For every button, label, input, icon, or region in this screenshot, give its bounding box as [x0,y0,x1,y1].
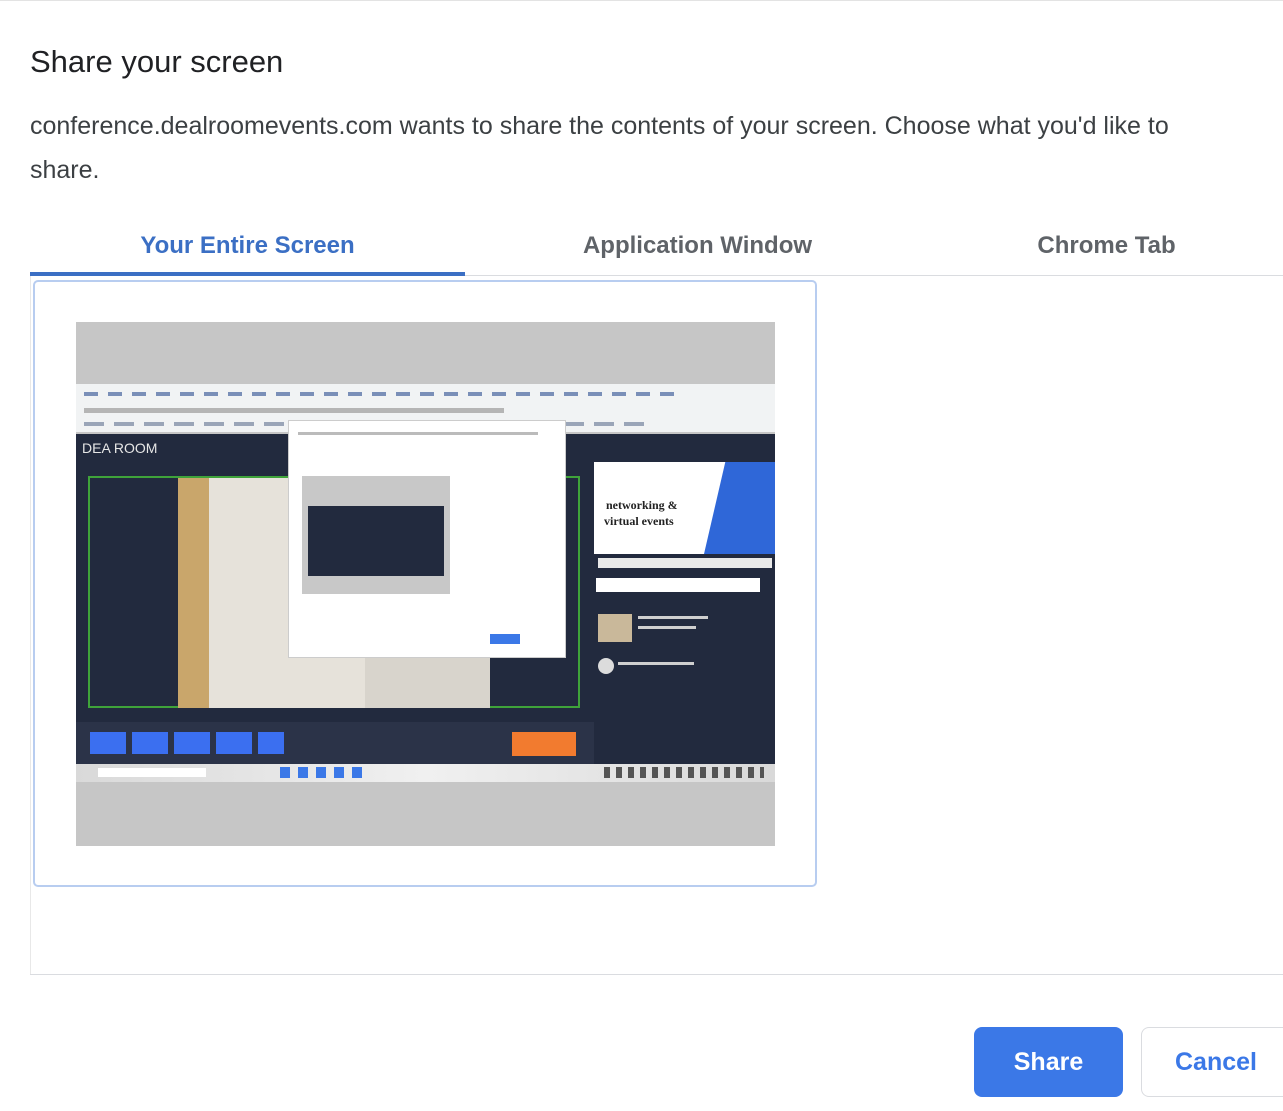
screen-thumbnail: DEA ROOM networking & virtual events [76,322,775,846]
thumb-nested-preview-app [308,506,444,576]
tab-entire-screen[interactable]: Your Entire Screen [30,218,465,274]
thumb-logo: DEA ROOM [82,440,158,456]
thumb-address-bar [84,408,504,413]
share-button[interactable]: Share [974,1027,1123,1097]
thumb-control-buttons [90,732,284,754]
thumb-promo-line2: virtual events [604,514,674,528]
thumb-taskbar-search [98,768,206,777]
thumb-taskbar-icons [280,767,366,778]
thumb-search [596,578,760,592]
footer-divider [30,974,1283,975]
thumb-leave-button [512,732,576,756]
thumb-attendee-tabs [598,558,772,568]
thumb-attendee-avatar [598,614,632,642]
thumb-promo-line1: networking & [606,498,678,512]
tab-application-window[interactable]: Application Window [465,218,930,274]
thumb-attendee-name [638,616,708,619]
thumb-nested-title [298,432,538,435]
thumb-tray-icons [604,767,764,778]
thumb-tabs-strip [84,392,684,396]
tab-bar: Your Entire Screen Application Window Ch… [30,218,1283,276]
thumb-attendee2-avatar [598,658,614,674]
top-border [0,0,1283,1]
dialog-title: Share your screen [30,44,284,79]
dialog-description: conference.dealroomevents.com wants to s… [30,112,1169,184]
cancel-button[interactable]: Cancel [1141,1027,1283,1097]
tab-chrome-tab[interactable]: Chrome Tab [930,218,1283,274]
thumb-attendee2-name [618,662,694,665]
thumb-nested-share [490,634,520,644]
thumb-attendee-role [638,626,696,629]
